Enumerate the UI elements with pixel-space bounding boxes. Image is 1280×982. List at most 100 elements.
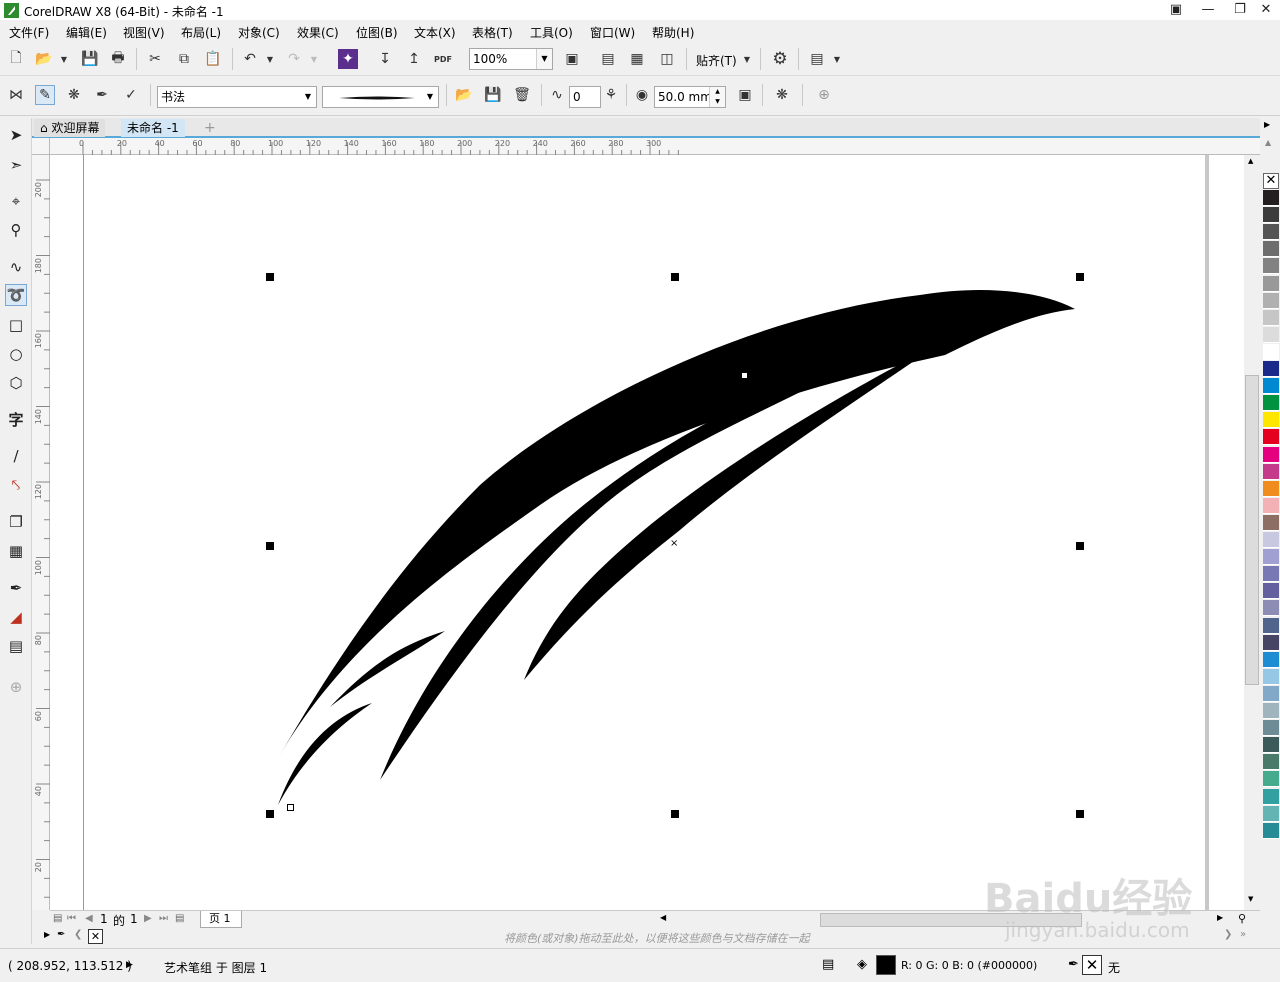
show-guidelines-icon[interactable]: ◫ — [657, 49, 677, 69]
show-rulers-icon[interactable]: ▤ — [598, 49, 618, 69]
no-color-swatch-icon[interactable]: ✕ — [1263, 173, 1279, 189]
palette-swatch[interactable] — [1263, 446, 1279, 463]
brush-stroke-select[interactable]: ▼ — [322, 86, 439, 108]
crop-tool-icon[interactable]: ⌖ — [5, 190, 27, 212]
menu-edit[interactable]: 编辑(E) — [66, 24, 107, 41]
eyedropper-icon[interactable]: ✒ — [57, 929, 65, 940]
palette-swatch[interactable] — [1263, 651, 1279, 668]
application-launcher-icon[interactable]: ▤ — [807, 49, 827, 69]
add-page-after-icon[interactable]: ▤ — [175, 913, 184, 924]
selection-handle[interactable] — [671, 273, 679, 281]
palette-swatch[interactable] — [1263, 703, 1279, 719]
search-content-icon[interactable]: ✦ — [338, 49, 358, 69]
palette-swatch[interactable] — [1263, 378, 1279, 395]
vertical-scrollbar[interactable]: ▲ ▼ — [1244, 155, 1260, 910]
menu-window[interactable]: 窗口(W) — [590, 24, 635, 41]
palette-swatch[interactable] — [1263, 566, 1279, 583]
export-icon[interactable]: ↥ — [404, 49, 424, 69]
add-page-before-icon[interactable]: ▤ — [53, 913, 62, 924]
transparency-tool-icon[interactable]: ▦ — [5, 540, 27, 562]
smart-fill-tool-icon[interactable]: ▤ — [5, 635, 27, 657]
palette-swatch[interactable] — [1263, 292, 1279, 309]
zoom-tool-icon[interactable]: ⚲ — [5, 219, 27, 241]
palette-swatch[interactable] — [1263, 600, 1279, 617]
preset-brush-icon[interactable]: ⋈ — [6, 85, 26, 105]
scroll-left-icon[interactable]: ◀ — [660, 913, 666, 922]
palette-swatch[interactable] — [1263, 463, 1279, 480]
palette-swatch[interactable] — [1263, 275, 1279, 292]
close-button[interactable]: ✕ — [1250, 0, 1280, 20]
drawing-canvas[interactable]: × — [50, 155, 1244, 910]
zoom-level-select[interactable]: 100% ▼ — [469, 48, 553, 70]
palette-swatch[interactable] — [1263, 207, 1279, 224]
account-icon[interactable]: ▣ — [1160, 0, 1192, 20]
undo-icon[interactable]: ↶ — [240, 49, 260, 69]
ruler-origin[interactable] — [32, 138, 50, 155]
cut-icon[interactable]: ✂ — [145, 49, 165, 69]
copy-icon[interactable]: ⧉ — [174, 49, 194, 69]
palette-expand-icon[interactable]: ▶ — [44, 930, 50, 939]
palette-swatch[interactable] — [1263, 224, 1279, 241]
print-icon[interactable]: 🖶 — [108, 49, 128, 69]
import-icon[interactable]: ↧ — [375, 49, 395, 69]
palette-swatch[interactable] — [1263, 190, 1279, 206]
menu-layout[interactable]: 布局(L) — [181, 24, 221, 41]
object-properties-icon[interactable]: ❋ — [772, 85, 792, 105]
polygon-tool-icon[interactable]: ⬡ — [5, 372, 27, 394]
open-icon[interactable]: 📂 — [34, 49, 54, 69]
scroll-right-icon[interactable]: ▶ — [1217, 913, 1223, 922]
palette-swatch[interactable] — [1263, 668, 1279, 685]
outline-none-swatch-icon[interactable]: ✕ — [1082, 955, 1102, 975]
palette-swatch[interactable] — [1263, 822, 1279, 839]
palette-swatch[interactable] — [1263, 514, 1279, 531]
tab-document[interactable]: 未命名 -1 — [121, 119, 185, 137]
menu-file[interactable]: 文件(F) — [9, 24, 49, 41]
zoom-navigator-icon[interactable]: ⚲ — [1238, 912, 1246, 925]
menu-table[interactable]: 表格(T) — [472, 24, 513, 41]
new-document-icon[interactable]: 🗋 — [6, 49, 26, 69]
palette-swatch[interactable] — [1263, 497, 1279, 514]
menu-help[interactable]: 帮助(H) — [652, 24, 694, 41]
open-dropdown-icon[interactable]: ▼ — [54, 49, 74, 69]
save-stroke-icon[interactable]: 💾 — [483, 85, 503, 105]
palette-swatch[interactable] — [1263, 788, 1279, 805]
pick-tool-icon[interactable]: ➤ — [5, 124, 27, 146]
palette-swatch[interactable] — [1263, 805, 1279, 822]
menu-object[interactable]: 对象(C) — [238, 24, 280, 41]
stroke-width-spinner-icon[interactable]: ▲ ▼ — [709, 87, 725, 107]
palette-swatch[interactable] — [1263, 258, 1279, 275]
no-color-swatch-icon[interactable]: ✕ — [88, 929, 103, 944]
palette-swatch[interactable] — [1263, 771, 1279, 788]
ellipse-tool-icon[interactable]: ○ — [5, 343, 27, 365]
artistic-brush-drawing[interactable] — [50, 155, 1244, 910]
interactive-fill-tool-icon[interactable]: ◢ — [5, 606, 27, 628]
palette-swatch[interactable] — [1263, 361, 1279, 377]
selection-handle[interactable] — [1076, 542, 1084, 550]
palette-swatch[interactable] — [1263, 326, 1279, 343]
horizontal-ruler[interactable]: 0 20 40 60 80 100 120 140 160 180 200 220 240 260 280 3… — [50, 138, 1260, 155]
smoothing-slider-icon[interactable]: ⚘ — [601, 85, 621, 105]
palette-swatch[interactable] — [1263, 480, 1279, 497]
menu-effects[interactable]: 效果(C) — [297, 24, 339, 41]
palette-swatch[interactable] — [1263, 737, 1279, 754]
artistic-media-tool-icon[interactable]: ➰ — [5, 284, 27, 306]
undo-dropdown-icon[interactable]: ▼ — [260, 49, 280, 69]
palette-swatch[interactable] — [1263, 343, 1279, 360]
palette-swatch[interactable] — [1263, 241, 1279, 258]
palette-swatch[interactable] — [1263, 754, 1279, 771]
palette-options-icon[interactable]: ▲ — [1265, 138, 1271, 147]
parallel-dimension-tool-icon[interactable]: ∕ — [5, 445, 27, 467]
palette-swatch[interactable] — [1263, 634, 1279, 651]
menu-bitmap[interactable]: 位图(B) — [356, 24, 398, 41]
launcher-dropdown-icon[interactable]: ▼ — [827, 49, 847, 69]
palette-scroll-right-icon[interactable]: ❯ — [1224, 929, 1232, 940]
selection-handle[interactable] — [266, 542, 274, 550]
shape-tool-icon[interactable]: ➣ — [5, 154, 27, 176]
fill-color-swatch[interactable] — [876, 955, 896, 975]
vertical-ruler[interactable]: 200 180 160 140 120 100 80 60 40 20 — [32, 155, 50, 910]
node-handle[interactable] — [741, 372, 748, 379]
palette-fast-forward-icon[interactable]: » — [1240, 929, 1246, 940]
scale-with-object-icon[interactable]: ▣ — [735, 85, 755, 105]
brush-mode-icon[interactable]: ✎ — [35, 85, 55, 105]
last-page-icon[interactable]: ⏭ — [159, 913, 168, 924]
